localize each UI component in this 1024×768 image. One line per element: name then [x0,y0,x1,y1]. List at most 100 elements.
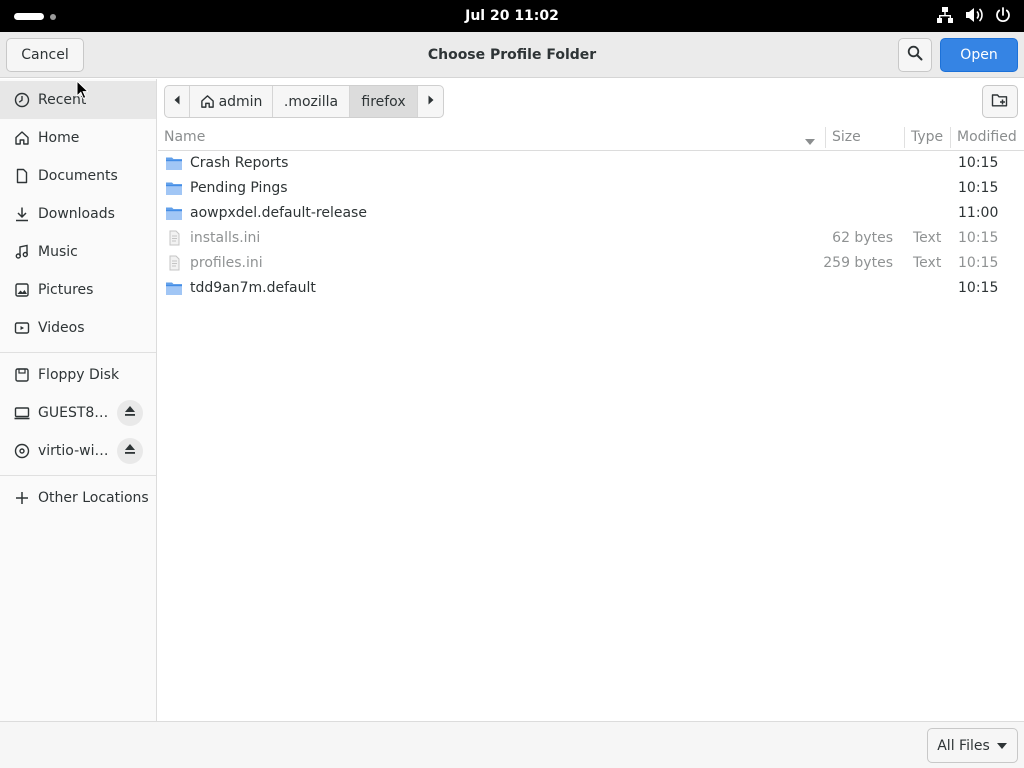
file-row-default-release[interactable]: aowpxdel.default-release 11:00 [158,201,1024,226]
clock-icon [13,91,31,109]
sidebar-item-documents[interactable]: Documents [0,157,156,195]
sidebar-item-label: Pictures [38,282,94,298]
sidebar-item-label: Music [38,244,78,260]
volume-icon[interactable] [964,6,984,24]
file-type: Text [913,255,942,271]
file-name: Crash Reports [190,155,289,171]
network-icon[interactable] [936,6,954,24]
dialog-bottombar: All Files [0,721,1024,768]
chevron-down-icon [996,738,1008,754]
sidebar-item-guest-drive[interactable]: GUEST8… [0,394,156,432]
file-modified: 10:15 [958,180,999,196]
file-name: installs.ini [190,230,261,246]
sidebar-separator [0,475,156,476]
sidebar-item-floppy-disk[interactable]: Floppy Disk [0,356,156,394]
column-header-modified[interactable]: Modified [957,124,1017,151]
disc-icon [13,442,31,460]
sidebar-item-videos[interactable]: Videos [0,309,156,347]
file-size: 259 bytes [823,255,893,271]
folder-icon [165,180,183,200]
sidebar-item-other-locations[interactable]: Other Locations [0,479,156,517]
column-separator [950,127,951,148]
file-modified: 10:15 [958,230,999,246]
breadcrumb-firefox[interactable]: firefox [350,86,418,117]
folder-icon [165,155,183,175]
file-row-pending-pings[interactable]: Pending Pings 10:15 [158,176,1024,201]
cancel-button[interactable]: Cancel [6,38,84,72]
eject-button[interactable] [117,400,143,426]
eject-icon [123,404,137,422]
music-icon [13,243,31,261]
file-name: Pending Pings [190,180,288,196]
sidebar-item-label: Videos [38,320,85,336]
mouse-pointer-icon [76,79,90,104]
file-modified: 10:15 [958,280,999,296]
sidebar-item-virtio-disc[interactable]: virtio-wi… [0,432,156,470]
file-name: aowpxdel.default-release [190,205,367,221]
path-scroll-right-button[interactable] [418,86,443,117]
chevron-left-icon [172,94,182,110]
column-header-size[interactable]: Size [832,124,861,151]
file-size: 62 bytes [832,230,893,246]
sidebar-item-downloads[interactable]: Downloads [0,195,156,233]
eject-button[interactable] [117,438,143,464]
breadcrumb-label: admin [218,93,263,110]
breadcrumb-label: firefox [361,93,406,110]
floppy-icon [13,366,31,384]
new-folder-button[interactable] [982,85,1018,118]
video-icon [13,319,31,337]
home-icon [13,129,31,147]
sidebar-item-label: Floppy Disk [38,367,120,383]
column-separator [904,127,905,148]
home-icon [200,94,215,109]
file-filter-dropdown[interactable]: All Files [927,728,1018,763]
text-file-icon [165,255,183,275]
new-folder-icon [991,92,1009,112]
file-filter-label: All Files [937,737,990,754]
column-separator [825,127,826,148]
search-button[interactable] [898,38,932,72]
file-list-header: Name Size Type Modified [158,124,1024,151]
sidebar-item-label: Other Locations [38,490,149,506]
breadcrumb-admin[interactable]: admin [190,86,273,117]
path-scroll-left-button[interactable] [165,86,190,117]
sidebar-item-label: Downloads [38,206,115,222]
places-sidebar: Recent Home Documents Downloads Music Pi… [0,79,157,721]
plus-icon [13,489,31,507]
sidebar-item-home[interactable]: Home [0,119,156,157]
sidebar-item-label: Documents [38,168,118,184]
eject-icon [123,442,137,460]
sort-descending-icon [804,134,816,150]
drive-icon [13,404,31,422]
system-tray[interactable] [936,6,1012,24]
file-modified: 10:15 [958,255,999,271]
power-icon[interactable] [994,6,1012,24]
sidebar-item-pictures[interactable]: Pictures [0,271,156,309]
clock[interactable]: Jul 20 11:02 [0,0,1024,32]
file-row-tdd9an7m-default[interactable]: tdd9an7m.default 10:15 [158,276,1024,301]
breadcrumb-mozilla[interactable]: .mozilla [273,86,350,117]
file-modified: 11:00 [958,205,999,221]
file-row-crash-reports[interactable]: Crash Reports 10:15 [158,151,1024,176]
sidebar-item-label: virtio-wi… [38,443,109,459]
file-name: profiles.ini [190,255,263,271]
column-header-name[interactable]: Name [164,124,205,151]
sidebar-separator [0,352,156,353]
search-icon [907,45,923,65]
picture-icon [13,281,31,299]
file-type: Text [913,230,942,246]
file-name: tdd9an7m.default [190,280,316,296]
chevron-right-icon [426,94,436,110]
open-button[interactable]: Open [940,38,1018,72]
file-row-profiles-ini: profiles.ini 259 bytes Text 10:15 [158,251,1024,276]
download-icon [13,205,31,223]
sidebar-item-label: Home [38,130,80,146]
path-bar: admin .mozilla firefox [164,85,444,118]
file-row-installs-ini: installs.ini 62 bytes Text 10:15 [158,226,1024,251]
sidebar-item-music[interactable]: Music [0,233,156,271]
document-icon [13,167,31,185]
file-modified: 10:15 [958,155,999,171]
dialog-headerbar: Cancel Choose Profile Folder Open [0,32,1024,78]
folder-icon [165,205,183,225]
column-header-type[interactable]: Type [911,124,943,151]
